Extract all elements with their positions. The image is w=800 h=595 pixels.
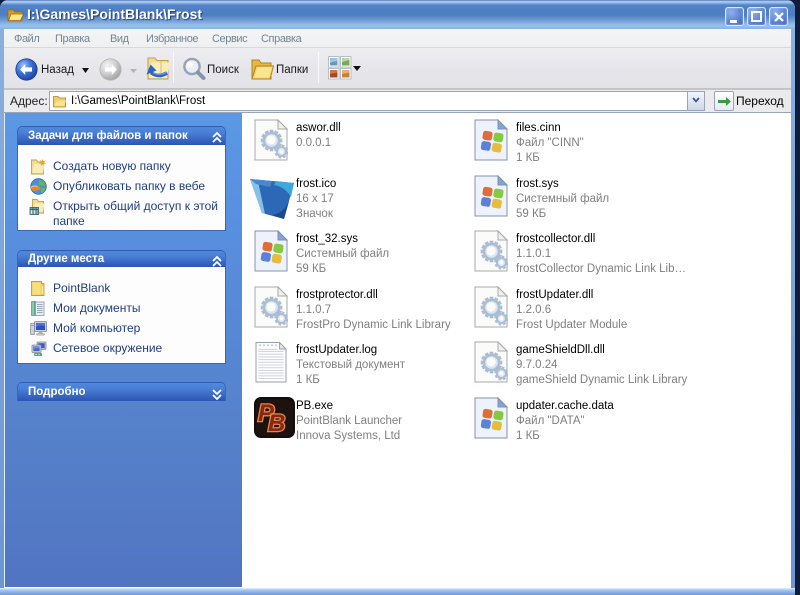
svg-text:B: B: [268, 410, 285, 437]
